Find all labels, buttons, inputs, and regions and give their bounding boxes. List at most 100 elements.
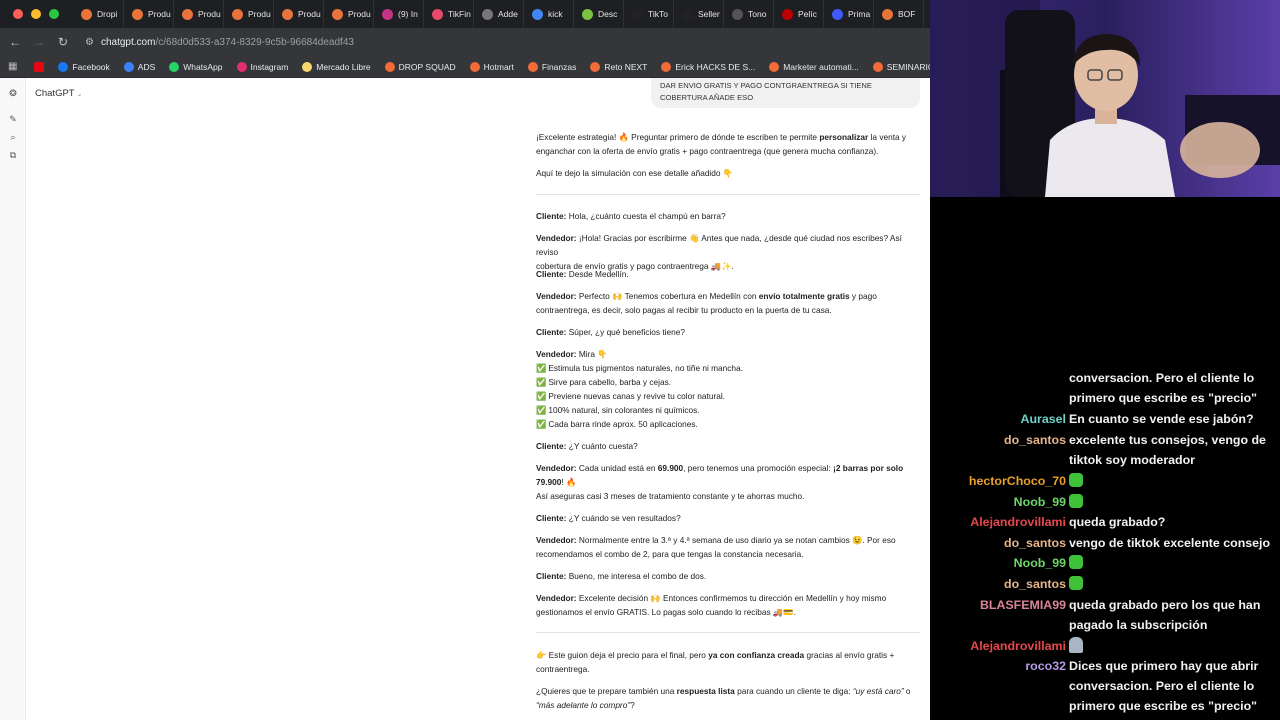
chat-username[interactable]: do_santos bbox=[1004, 430, 1066, 450]
message-text: gestionamos el envío GRATIS. Lo pagas so… bbox=[536, 607, 796, 617]
browser-tab[interactable]: Dropi bbox=[73, 0, 124, 28]
message-text: recomendamos el combo de 2, para que ten… bbox=[536, 549, 804, 559]
apps-grid-icon[interactable]: ▦ bbox=[8, 61, 27, 72]
outro-text: ? bbox=[630, 700, 635, 710]
browser-tab[interactable]: Tono bbox=[724, 0, 774, 28]
bookmark-item[interactable]: SEMINARIOS ONLI... bbox=[866, 61, 930, 72]
outro-text: gracias al envío gratis + bbox=[804, 650, 895, 660]
speaker-label: Cliente: bbox=[536, 327, 567, 337]
bookmark-item[interactable]: Instagram bbox=[230, 61, 296, 72]
chat-text-line: excelente tus consejos, vengo de bbox=[1069, 432, 1266, 447]
bookmark-icon bbox=[590, 61, 601, 72]
chat-username[interactable]: Noob_99 bbox=[1014, 553, 1066, 573]
chat-username[interactable]: BLASFEMIA99 bbox=[980, 595, 1066, 615]
browser-tab[interactable]: kick bbox=[524, 0, 574, 28]
browser-tab[interactable]: Adde bbox=[474, 0, 524, 28]
browser-tab[interactable]: Produ bbox=[124, 0, 174, 28]
tab-label: Produ bbox=[248, 9, 271, 19]
speaker-label: Vendedor: bbox=[536, 291, 577, 301]
search-icon[interactable]: ⌕ bbox=[0, 132, 26, 143]
close-window-button[interactable] bbox=[13, 9, 23, 19]
chevron-down-icon: ⌄ bbox=[76, 91, 83, 98]
bookmark-item[interactable]: WhatsApp bbox=[162, 61, 229, 72]
chat-username[interactable]: Noob_99 bbox=[1014, 492, 1066, 512]
browser-tab[interactable]: Produ bbox=[274, 0, 324, 28]
speaker-label: Cliente: bbox=[536, 211, 567, 221]
message-text: Desde Medellín. bbox=[568, 269, 629, 279]
browser-tab[interactable]: Seller bbox=[674, 0, 724, 28]
tab-label: Dropi bbox=[97, 9, 118, 19]
tab-favicon-icon bbox=[232, 8, 243, 20]
bookmark-item[interactable]: Reto NEXT bbox=[583, 61, 654, 72]
browser-tab[interactable]: Produ bbox=[174, 0, 224, 28]
benefits-list: ✅ Estimula tus pigmentos naturales, no ti… bbox=[536, 361, 920, 431]
tab-label: Produ bbox=[298, 9, 321, 19]
chat-text-line: queda grabado pero los que han bbox=[1069, 597, 1261, 612]
browser-tab[interactable]: Produ bbox=[324, 0, 374, 28]
bookmark-label: Erick HACKS DE S... bbox=[675, 61, 756, 72]
browser-tab[interactable]: Prima bbox=[824, 0, 874, 28]
bookmark-label: Facebook bbox=[72, 61, 110, 72]
bookmark-item[interactable]: DROP SQUAD bbox=[378, 61, 463, 72]
chat-username[interactable]: Alejandrovillami bbox=[970, 636, 1066, 656]
model-selector[interactable]: ChatGPT ⌄ bbox=[35, 88, 82, 99]
chat-text: conversacion. Pero el cliente lo primero … bbox=[1069, 368, 1275, 408]
bookmark-item[interactable]: Facebook bbox=[51, 61, 116, 72]
user-message-line: COBERTURA AÑADE ESO bbox=[660, 93, 754, 102]
divider bbox=[536, 632, 920, 633]
bookmark-item[interactable]: Hotmart bbox=[463, 61, 521, 72]
bookmark-icon bbox=[302, 61, 313, 72]
forward-arrow-icon[interactable]: → bbox=[27, 35, 51, 49]
bookmark-item[interactable]: ADS bbox=[117, 61, 162, 72]
bookmark-netflix[interactable] bbox=[27, 61, 51, 72]
chat-text bbox=[1069, 553, 1275, 573]
bookmark-item[interactable]: Erick HACKS DE S... bbox=[654, 61, 762, 72]
message-text: y pago bbox=[849, 291, 877, 301]
tab-favicon-icon bbox=[832, 8, 843, 20]
browser-tab[interactable]: Produ bbox=[224, 0, 274, 28]
url-field[interactable]: ⚙ chatgpt.com/c/68d0d533-a374-8329-9c5b-… bbox=[85, 37, 354, 48]
chat-text: queda grabado pero los que han pagado la … bbox=[1069, 595, 1275, 635]
chat-text-line: conversacion. Pero el cliente lo bbox=[1069, 371, 1255, 385]
tab-label: Produ bbox=[348, 9, 371, 19]
minimize-window-button[interactable] bbox=[31, 9, 41, 19]
chat-username[interactable]: roco32 bbox=[1025, 656, 1066, 676]
browser-tab[interactable]: Pelíc bbox=[774, 0, 824, 28]
bookmark-icon bbox=[469, 61, 480, 72]
bookmark-item[interactable]: Mercado Libre bbox=[295, 61, 377, 72]
webcam-feed bbox=[930, 0, 1280, 197]
bookmark-item[interactable]: Finanzas bbox=[521, 61, 584, 72]
green-emote-icon bbox=[1069, 493, 1083, 508]
browser-tab[interactable]: BOF bbox=[874, 0, 924, 28]
bookmark-item[interactable]: Marketer automati... bbox=[762, 61, 866, 72]
chat-username[interactable]: hectorChoco_70 bbox=[969, 471, 1066, 491]
library-icon[interactable]: ⧉ bbox=[0, 150, 26, 161]
chat-username[interactable]: Aurasel bbox=[1021, 409, 1066, 429]
browser-tab[interactable]: TikFin bbox=[424, 0, 474, 28]
reload-icon[interactable]: ↻ bbox=[51, 35, 75, 49]
maximize-window-button[interactable] bbox=[49, 9, 59, 19]
browser-tab[interactable]: Desc bbox=[574, 0, 624, 28]
site-settings-icon[interactable]: ⚙ bbox=[85, 37, 94, 48]
chat-username[interactable]: Alejandrovillami bbox=[970, 512, 1066, 532]
outro-text: contraentrega. bbox=[536, 664, 590, 674]
bookmark-icon bbox=[527, 61, 538, 72]
openai-logo-icon[interactable]: ❂ bbox=[0, 88, 26, 99]
chat-text-line: En cuanto se vende ese jabón? bbox=[1069, 412, 1254, 427]
chat-username[interactable]: do_santos bbox=[1004, 574, 1066, 594]
bookmark-label: SEMINARIOS ONLI... bbox=[886, 61, 930, 72]
chat-text bbox=[1069, 574, 1275, 594]
chat-username[interactable]: do_santos bbox=[1004, 533, 1066, 553]
url-path: /c/68d0d533-a374-8329-9c5b-96684deadf43 bbox=[155, 36, 354, 48]
browser-tab[interactable]: (9) In bbox=[374, 0, 424, 28]
back-arrow-icon[interactable]: ← bbox=[3, 35, 27, 49]
new-chat-icon[interactable]: ✎ bbox=[0, 114, 26, 125]
message-cliente: Cliente: Bueno, me interesa el combo de … bbox=[536, 569, 920, 583]
message-cliente: Cliente: Hola, ¿cuánto cuesta el champú … bbox=[536, 209, 920, 223]
tab-favicon-icon bbox=[182, 8, 193, 20]
checkmark-icon: ✅ bbox=[536, 363, 547, 373]
message-vendedor: Vendedor: Mira 👇 ✅ Estimula tus pigmentos… bbox=[536, 347, 920, 431]
checkmark-icon: ✅ bbox=[536, 405, 547, 415]
bookmark-icon bbox=[769, 61, 780, 72]
browser-tab[interactable]: TikTo bbox=[624, 0, 674, 28]
